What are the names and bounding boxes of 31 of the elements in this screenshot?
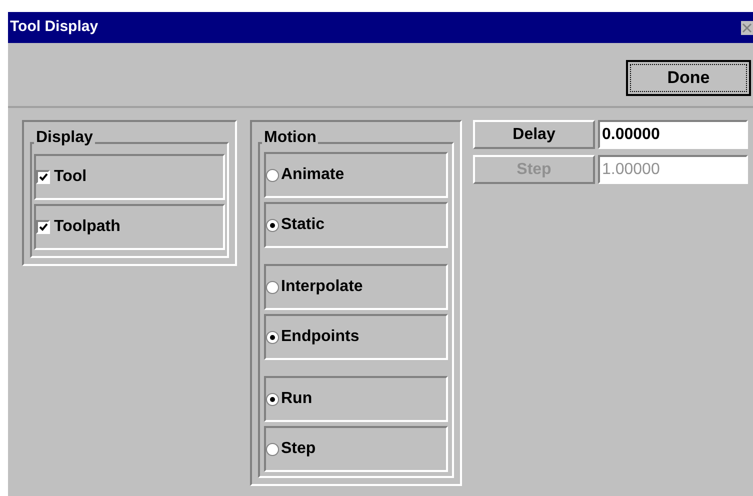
check-icon — [38, 223, 48, 231]
radio-row[interactable]: Interpolate — [264, 264, 448, 310]
checkbox-row[interactable]: Tool — [34, 154, 225, 200]
param-button[interactable]: Delay — [473, 120, 595, 149]
radio-label: Static — [281, 215, 325, 235]
radio-row[interactable]: Run — [264, 376, 448, 422]
radio-button[interactable] — [266, 442, 279, 456]
checkbox[interactable] — [36, 170, 50, 184]
checkbox-row[interactable]: Toolpath — [34, 204, 225, 250]
check-icon — [38, 173, 48, 181]
radio-label: Animate — [281, 165, 344, 185]
radio-button[interactable] — [266, 218, 279, 232]
radio-label: Step — [281, 439, 316, 459]
close-icon[interactable] — [741, 20, 753, 34]
radio-row[interactable]: Static — [264, 202, 448, 248]
checkbox-label: Toolpath — [54, 217, 120, 237]
checkbox[interactable] — [36, 220, 50, 234]
radio-row[interactable]: Step — [264, 426, 448, 472]
radio-label: Interpolate — [281, 277, 363, 297]
radio-row[interactable]: Animate — [264, 152, 448, 198]
window-title: Tool Display — [10, 17, 98, 38]
radio-button[interactable] — [266, 392, 279, 406]
radio-label: Endpoints — [281, 327, 360, 347]
radio-row[interactable]: Endpoints — [264, 314, 448, 360]
radio-button[interactable] — [266, 168, 279, 182]
done-button[interactable]: Done — [626, 60, 751, 96]
checkbox-label: Tool — [54, 167, 87, 187]
radio-button[interactable] — [266, 280, 279, 294]
radio-button[interactable] — [266, 330, 279, 344]
radio-label: Run — [281, 389, 312, 409]
value-field[interactable]: 0.00000 — [598, 120, 748, 149]
